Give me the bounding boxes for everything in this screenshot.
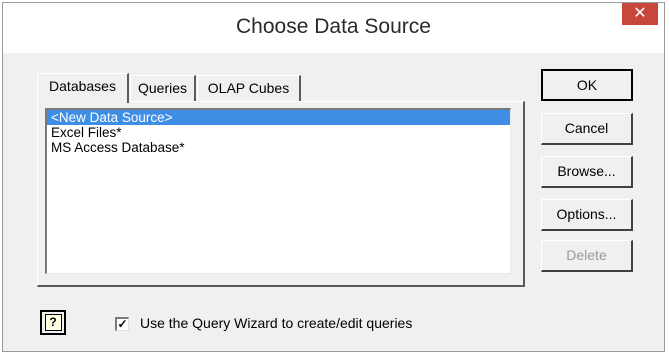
help-icon: ? [44, 314, 62, 331]
tab-olap-cubes-label: OLAP Cubes [207, 80, 290, 96]
tab-olap-cubes[interactable]: OLAP Cubes [197, 75, 301, 101]
tab-databases-label: Databases [49, 78, 116, 94]
ok-button[interactable]: OK [541, 69, 633, 101]
checkmark-icon: ✓ [117, 317, 128, 331]
tab-queries[interactable]: Queries [130, 75, 196, 101]
help-button[interactable]: ? [40, 310, 66, 335]
choose-data-source-dialog: Choose Data Source ✕ Databases Queries O… [2, 2, 665, 352]
options-button[interactable]: Options... [541, 199, 633, 231]
close-icon: ✕ [633, 5, 647, 22]
query-wizard-label[interactable]: Use the Query Wizard to create/edit quer… [140, 315, 412, 331]
data-source-list[interactable]: <New Data Source> Excel Files* MS Access… [45, 108, 511, 274]
list-item-new-data-source[interactable]: <New Data Source> [47, 110, 510, 125]
tab-databases[interactable]: Databases [37, 73, 129, 103]
dialog-title: Choose Data Source [236, 15, 431, 38]
cancel-button[interactable]: Cancel [541, 113, 633, 145]
tab-queries-label: Queries [137, 80, 188, 96]
browse-button[interactable]: Browse... [541, 156, 633, 188]
query-wizard-checkbox[interactable]: ✓ [115, 317, 129, 331]
list-item-excel-files[interactable]: Excel Files* [47, 125, 510, 140]
databases-tab-panel: <New Data Source> Excel Files* MS Access… [37, 101, 525, 287]
delete-button: Delete [541, 240, 633, 272]
list-item-ms-access-database[interactable]: MS Access Database* [47, 140, 510, 155]
title-bar[interactable]: Choose Data Source ✕ [3, 3, 664, 53]
close-button[interactable]: ✕ [622, 3, 658, 25]
